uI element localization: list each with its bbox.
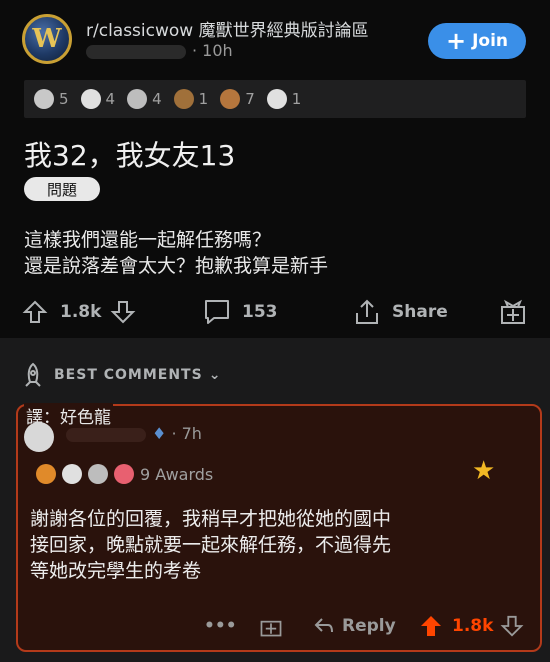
best-comments-label: BEST COMMENTS	[54, 367, 203, 383]
upvote-arrow-icon	[421, 616, 441, 636]
rocket-icon	[25, 362, 41, 387]
award-count: 1	[198, 90, 209, 108]
post-body: 這樣我們還能一起解任務嗎？ 還是說落差會太大？抱歉我算是新手	[24, 229, 329, 277]
comment-upvote-button[interactable]	[418, 608, 444, 644]
join-label: Join	[472, 31, 509, 51]
post-awards-bar[interactable]: 5 4 4 1 7 1	[24, 80, 526, 118]
wholesome-award-icon	[80, 89, 101, 109]
share-label: Share	[392, 302, 448, 322]
share-icon	[356, 299, 378, 324]
comment-age: · 7h	[171, 424, 202, 443]
reply-label: Reply	[342, 616, 396, 636]
star-award-icon: ★	[472, 456, 496, 486]
chevron-down-icon: ⌄	[208, 367, 222, 383]
plus-icon: +	[445, 27, 467, 55]
share-button[interactable]: Share	[352, 292, 448, 332]
heart-award-icon	[114, 464, 134, 484]
award-button[interactable]	[498, 292, 528, 332]
award-count: 1	[291, 90, 302, 108]
post-title: 我32，我女友13	[24, 139, 236, 172]
award-snoo: 1	[266, 89, 302, 109]
comments-button[interactable]: 153	[202, 292, 278, 332]
award-count: 5	[59, 90, 69, 108]
silver-award-icon	[127, 89, 148, 109]
post-age: · 10h	[192, 41, 233, 60]
upvote-button[interactable]	[22, 292, 48, 332]
post-container: W r/classicwow 魔獸世界經典版討論區 · 10h + Join 5 …	[0, 0, 550, 338]
bear-face-award-icon	[220, 89, 241, 109]
reply-button[interactable]: Reply	[312, 608, 396, 644]
upvote-arrow-icon	[22, 300, 48, 323]
award-bear: 1	[173, 89, 209, 109]
comment-awards[interactable]: 9 Awards	[36, 464, 213, 484]
reply-arrow-icon	[314, 618, 333, 633]
snoo-award-icon	[266, 89, 287, 109]
post-actions: 1.8k 153 Share	[0, 292, 550, 332]
sort-best-comments[interactable]: BEST COMMENTS ⌄	[20, 362, 221, 388]
downvote-arrow-icon	[110, 301, 136, 324]
helpful-award-icon	[34, 89, 54, 109]
post-meta: · 10h	[86, 41, 233, 60]
award-comment-button[interactable]	[258, 608, 284, 644]
gift-icon	[260, 620, 282, 637]
user-flair-icon: ♦	[152, 424, 167, 443]
blurred-username	[86, 44, 186, 59]
explosion-award-icon	[36, 464, 56, 484]
join-button[interactable]: + Join	[428, 23, 526, 59]
awards-count: 9 Awards	[140, 464, 214, 484]
post-flair[interactable]: 問題	[24, 177, 100, 201]
gift-icon	[501, 299, 525, 324]
bear-award-icon	[173, 89, 194, 109]
comment-bubble-icon	[205, 300, 229, 324]
award-bear-face: 7	[220, 89, 255, 109]
comment-downvote-button[interactable]	[500, 608, 524, 644]
comments-count: 153	[242, 302, 278, 322]
award-count: 7	[245, 90, 255, 108]
comment-body: 謝謝各位的回覆，我稍早才把她從她的國中 接回家，晚點就要一起來解任務，不過得先 …	[30, 508, 392, 582]
subreddit-logo-icon[interactable]: W	[22, 14, 72, 64]
silver-award-icon	[88, 464, 108, 484]
comment-vote-count: 1.8k	[452, 616, 494, 636]
downvote-arrow-icon	[500, 615, 524, 637]
award-wholesome: 4	[80, 89, 116, 109]
vote-count: 1.8k	[60, 302, 102, 322]
downvote-button[interactable]	[110, 292, 136, 332]
award-count: 4	[152, 90, 162, 108]
award-silver: 4	[127, 89, 162, 109]
comment-meta: ♦ · 7h	[66, 424, 202, 443]
wholesome-award-icon	[62, 464, 82, 484]
blurred-username	[66, 427, 146, 442]
avatar[interactable]	[24, 422, 54, 452]
more-options-button[interactable]: •••	[204, 608, 237, 644]
more-icon: •••	[204, 616, 237, 636]
subreddit-name[interactable]: r/classicwow 魔獸世界經典版討論區	[86, 16, 369, 41]
award-count: 4	[105, 90, 116, 108]
award-helpful: 5	[34, 89, 69, 109]
